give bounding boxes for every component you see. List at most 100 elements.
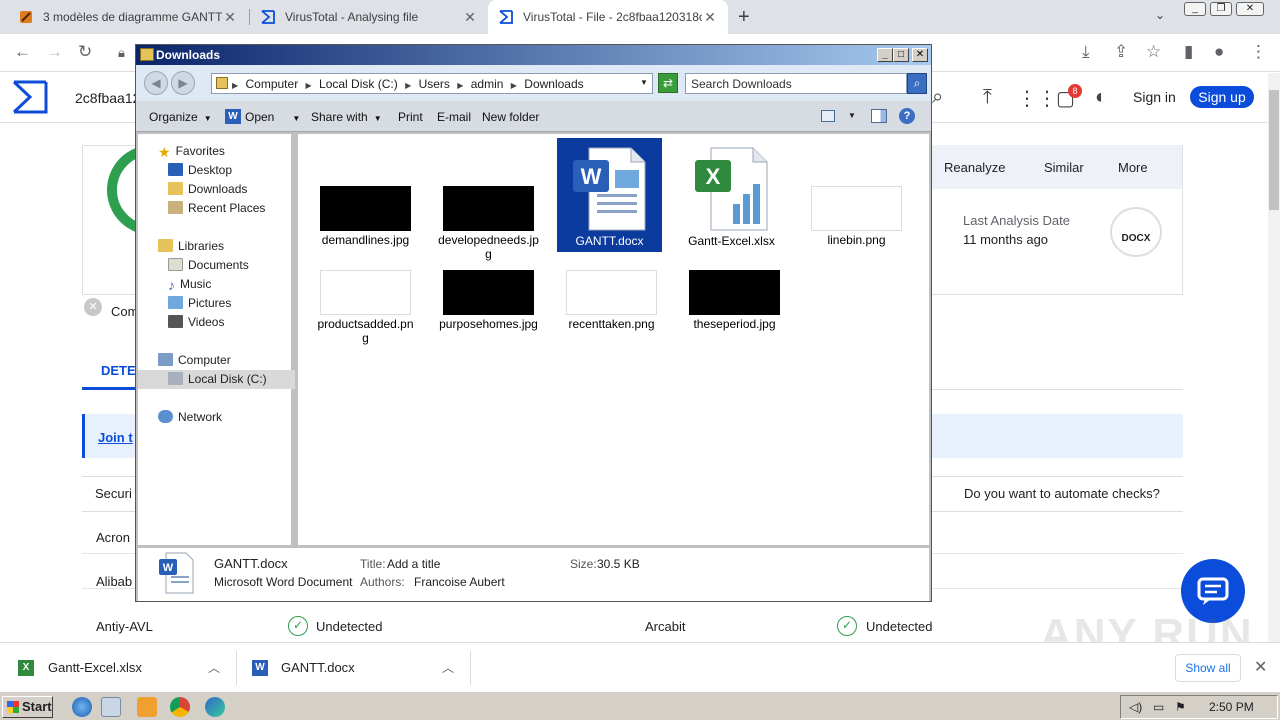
search-icon[interactable]: ⌕ (907, 73, 927, 94)
install-app-icon[interactable]: ⤓ (1082, 42, 1090, 62)
sign-up-button[interactable]: Sign up (1190, 86, 1254, 108)
crumb-arrow-icon[interactable]: ▶ (405, 81, 411, 90)
crumb-arrow-icon[interactable]: ▶ (457, 81, 463, 90)
file-item[interactable]: linebin.png (804, 186, 909, 247)
reload-icon[interactable]: ↻ (78, 42, 92, 62)
file-item[interactable]: recenttaken.png (559, 270, 664, 331)
download-item-excel[interactable]: X Gantt-Excel.xlsx ︿ (18, 643, 228, 692)
file-hash-search[interactable]: 2c8fbaa12 (75, 90, 140, 106)
help-icon[interactable]: ? (899, 108, 915, 124)
file-item[interactable]: purposehomes.jpg (436, 270, 541, 331)
bookmark-star-icon[interactable]: ☆ (1146, 42, 1161, 62)
restore-window-icon[interactable]: ❐ (1210, 2, 1232, 16)
nav-videos[interactable]: Videos (138, 313, 295, 332)
profile-avatar-icon[interactable]: ● (1214, 42, 1224, 62)
nav-pictures[interactable]: Pictures (138, 294, 295, 313)
start-button[interactable]: Start (2, 696, 53, 718)
preview-pane-icon[interactable] (871, 109, 887, 123)
file-item[interactable]: X Gantt-Excel.xlsx (679, 144, 784, 248)
crumb-arrow-icon[interactable]: ▶ (511, 81, 517, 90)
back-arrow-icon[interactable]: ◀ (144, 71, 168, 95)
minimize-window-icon[interactable]: _ (1184, 2, 1206, 16)
share-icon[interactable]: ⇪ (1114, 42, 1128, 62)
open-menu[interactable]: Open ▼ (245, 110, 300, 124)
action-center-icon[interactable]: ⚑ (1175, 700, 1186, 714)
nav-desktop[interactable]: Desktop (138, 161, 295, 180)
file-item-selected[interactable]: W GANTT.docx (557, 138, 662, 252)
close-window-icon[interactable]: ✕ (1236, 2, 1264, 16)
details-authors-value[interactable]: Francoise Aubert (414, 575, 505, 589)
nav-libraries[interactable]: Libraries (138, 237, 295, 256)
join-community-link[interactable]: Join t (98, 430, 133, 445)
search-icon[interactable]: ⌕ (932, 86, 943, 109)
crumb-users[interactable]: Users (419, 77, 450, 91)
tab-detection[interactable]: DETE (101, 363, 136, 378)
file-item[interactable]: developedneeds.jpg (436, 186, 541, 261)
crumb-arrow-icon[interactable]: ▶ (306, 81, 312, 90)
file-item[interactable]: theseperiod.jpg (682, 270, 787, 331)
close-tab-icon[interactable]: ✕ (222, 9, 238, 26)
tab-gantt-models[interactable]: 3 modèles de diagramme GANTT vie ✕ (8, 0, 248, 34)
organize-menu[interactable]: Organize ▼ (149, 110, 212, 124)
new-tab-button[interactable]: + (738, 6, 750, 29)
side-panel-icon[interactable]: ▮ (1184, 42, 1193, 62)
nav-favorites[interactable]: ★ Favorites (138, 142, 295, 161)
close-icon[interactable]: ✕ (912, 48, 928, 62)
new-folder-button[interactable]: New folder (482, 110, 539, 124)
crumb-admin[interactable]: admin (471, 77, 504, 91)
ie-icon[interactable] (72, 697, 92, 717)
details-title-value[interactable]: Add a title (387, 557, 440, 571)
crumb-arrow-icon[interactable]: ▶ (232, 81, 238, 90)
close-tab-icon[interactable]: ✕ (462, 9, 478, 26)
crumb-downloads[interactable]: Downloads (524, 77, 583, 91)
similar-dropdown[interactable]: Similar (1044, 160, 1084, 175)
more-dropdown[interactable]: More (1118, 160, 1148, 175)
upload-icon[interactable]: ⤒ (983, 86, 992, 109)
minimize-icon[interactable]: _ (877, 48, 893, 62)
explorer-taskbar-icon[interactable] (101, 697, 121, 717)
close-shelf-icon[interactable]: ✕ (1254, 657, 1267, 677)
nav-local-disk[interactable]: Local Disk (C:) (138, 370, 295, 389)
nav-recent-places[interactable]: Recent Places (138, 199, 295, 218)
reanalyze-button[interactable]: Reanalyze (944, 160, 1005, 175)
taskbar-clock[interactable]: 2:50 PM (1209, 700, 1254, 714)
address-history-chevron-icon[interactable]: ▼ (640, 78, 648, 87)
edge-icon[interactable] (205, 697, 225, 717)
maximize-icon[interactable]: □ (893, 48, 909, 62)
nav-music[interactable]: ♪ Music (138, 275, 295, 294)
apps-grid-icon[interactable]: ⋮⋮ (1017, 86, 1057, 111)
refresh-icon[interactable]: ⇄ (658, 73, 678, 93)
virustotal-logo-icon[interactable] (12, 80, 48, 114)
nav-computer[interactable]: Computer (138, 351, 295, 370)
back-arrow-icon[interactable]: ← (14, 42, 31, 62)
download-item-word[interactable]: W GANTT.docx ︿ (252, 643, 462, 692)
email-button[interactable]: E-mail (437, 110, 471, 124)
forward-arrow-icon[interactable]: ▶ (171, 71, 195, 95)
network-tray-icon[interactable]: ▭ (1153, 700, 1164, 714)
crumb-computer[interactable]: Computer (246, 77, 299, 91)
tab-virustotal-file[interactable]: VirusTotal - File - 2c8fbaa120318c7a ✕ (488, 0, 728, 34)
crumb-local-disk[interactable]: Local Disk (C:) (319, 77, 398, 91)
chevron-up-icon[interactable]: ︿ (442, 659, 454, 676)
tab-search-chevron-icon[interactable]: ⌄ (1155, 8, 1165, 22)
scrollbar-thumb[interactable] (1269, 90, 1279, 210)
volume-icon[interactable]: ◁) (1129, 700, 1142, 714)
lock-icon[interactable]: 🔒︎ (118, 45, 125, 61)
chevron-up-icon[interactable]: ︿ (208, 659, 220, 676)
media-player-icon[interactable] (137, 697, 157, 717)
address-path-box[interactable]: ▶ Computer ▶ Local Disk (C:) ▶ Users ▶ a… (211, 73, 653, 94)
forward-arrow-icon[interactable]: → (46, 42, 63, 62)
change-view-icon[interactable] (821, 110, 835, 122)
close-tab-icon[interactable]: ✕ (702, 9, 718, 26)
nav-documents[interactable]: Documents (138, 256, 295, 275)
tab-virustotal-analysing[interactable]: VirusTotal - Analysing file ✕ (250, 0, 488, 34)
chrome-icon[interactable] (170, 697, 190, 717)
nav-downloads[interactable]: Downloads (138, 180, 295, 199)
nav-network[interactable]: Network (138, 408, 295, 427)
sign-in-link[interactable]: Sign in (1133, 89, 1176, 105)
search-input[interactable]: Search Downloads (685, 73, 907, 94)
dismiss-icon[interactable]: ✕ (84, 298, 102, 316)
file-item[interactable]: demandlines.jpg (313, 186, 418, 247)
file-item[interactable]: productsadded.png (313, 270, 418, 345)
view-options-chevron-icon[interactable]: ▼ (848, 111, 856, 120)
